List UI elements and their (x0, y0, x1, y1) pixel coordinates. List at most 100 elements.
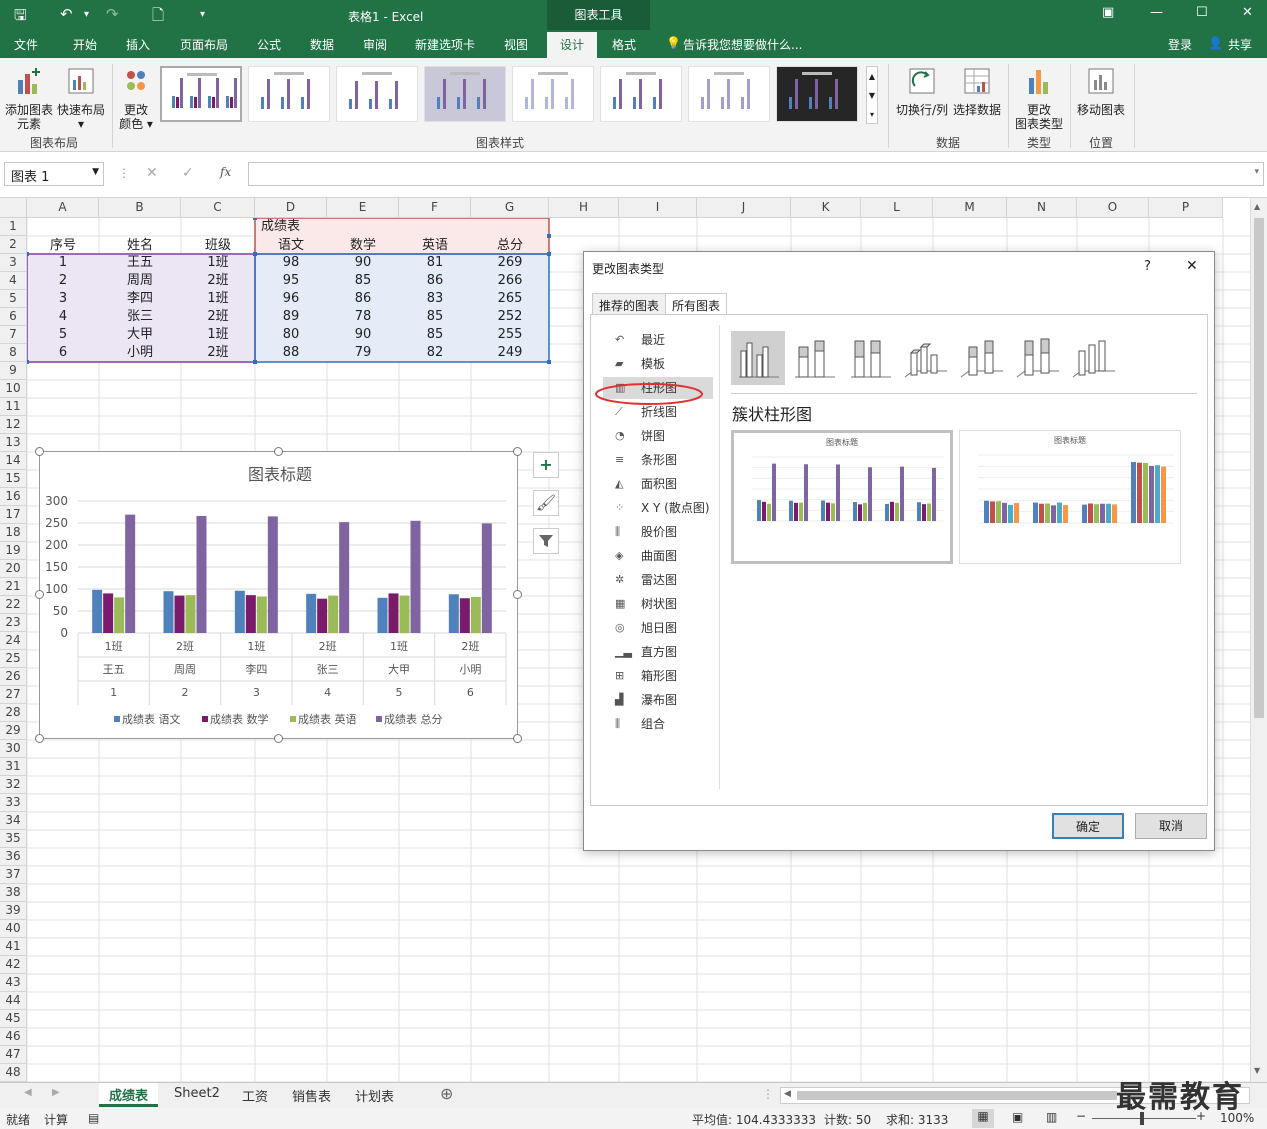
chart-style-4[interactable] (424, 66, 506, 122)
column-header-g[interactable]: G (471, 198, 549, 218)
formula-input[interactable]: ▾ (248, 162, 1264, 186)
select-all-corner[interactable] (0, 198, 27, 218)
chart-type-xy-scatter[interactable]: ⁘ X Y (散点图) (603, 497, 713, 519)
tab-split-grip-icon[interactable]: ⋮ (762, 1087, 774, 1101)
dialog-close-button[interactable]: ✕ (1186, 258, 1198, 274)
chart-elements-plus-icon[interactable]: + (533, 452, 559, 478)
save-icon[interactable]: 🖫 (14, 5, 27, 30)
sheet-tab-scores[interactable]: 成绩表 (99, 1083, 159, 1107)
normal-view-icon[interactable]: ▦ (972, 1109, 994, 1128)
column-header-l[interactable]: L (861, 198, 933, 218)
subtype-stacked-column-icon[interactable] (787, 331, 841, 385)
table-cell[interactable]: 82 (399, 344, 471, 362)
table-cell[interactable]: 79 (327, 344, 399, 362)
chart-bar[interactable] (267, 516, 278, 633)
row-header-4[interactable]: 4 (0, 272, 27, 290)
row-header-41[interactable]: 41 (0, 938, 27, 956)
chart-type-stock[interactable]: ⫼ 股价图 (603, 521, 713, 543)
undo-icon[interactable]: ↶ (60, 5, 73, 23)
maximize-icon[interactable]: ☐ (1196, 5, 1208, 20)
table-cell[interactable]: 85 (399, 326, 471, 344)
vertical-scroll-thumb[interactable] (1254, 218, 1264, 718)
zoom-slider[interactable] (1092, 1118, 1196, 1119)
chart-style-6[interactable] (600, 66, 682, 122)
row-header-42[interactable]: 42 (0, 956, 27, 974)
tab-design[interactable]: 设计 (547, 32, 598, 58)
table-header-cell[interactable]: 英语 (399, 237, 471, 255)
row-header-15[interactable]: 15 (0, 470, 27, 488)
chart-type-box-whisker[interactable]: ⊞ 箱形图 (603, 665, 713, 687)
chart-bar[interactable] (114, 597, 125, 633)
column-header-j[interactable]: J (697, 198, 791, 218)
subtype-100-stacked-column-icon[interactable] (843, 331, 897, 385)
chart-style-3[interactable] (336, 66, 418, 122)
chart-resize-handle-left[interactable] (35, 590, 44, 599)
tab-home[interactable]: 开始 (73, 36, 97, 53)
row-header-23[interactable]: 23 (0, 614, 27, 632)
row-header-37[interactable]: 37 (0, 866, 27, 884)
add-chart-element-button[interactable]: 添加图表 元素 (4, 66, 54, 131)
chart-type-waterfall[interactable]: ▟ 瀑布图 (603, 689, 713, 711)
row-header-10[interactable]: 10 (0, 380, 27, 398)
row-header-40[interactable]: 40 (0, 920, 27, 938)
subtype-3d-clustered-column-icon[interactable] (899, 331, 953, 385)
row-header-1[interactable]: 1 (0, 218, 27, 236)
legend-entry[interactable]: 成绩表 数学 (210, 712, 269, 726)
row-header-46[interactable]: 46 (0, 1028, 27, 1046)
chart-bar[interactable] (470, 596, 481, 633)
table-cell[interactable]: 1班 (181, 290, 255, 308)
chart-style-8[interactable] (776, 66, 858, 122)
chart-filter-icon[interactable] (533, 528, 559, 554)
table-cell[interactable]: 4 (27, 308, 99, 326)
table-cell[interactable]: 86 (399, 272, 471, 290)
row-header-47[interactable]: 47 (0, 1046, 27, 1064)
chart-type-combo[interactable]: ⫼ 组合 (603, 713, 713, 735)
chart-resize-handle-top[interactable] (274, 447, 283, 456)
chart-preview-1[interactable]: 图表标题 (731, 430, 953, 564)
row-header-43[interactable]: 43 (0, 974, 27, 992)
table-cell[interactable]: 85 (327, 272, 399, 290)
table-cell[interactable]: 81 (399, 254, 471, 272)
table-header-cell[interactable]: 姓名 (99, 237, 181, 255)
table-cell[interactable]: 王五 (99, 254, 181, 272)
chart-resize-handle-top-left[interactable] (35, 447, 44, 456)
table-cell[interactable]: 6 (27, 344, 99, 362)
tab-page-layout[interactable]: 页面布局 (180, 36, 228, 53)
row-header-3[interactable]: 3 (0, 254, 27, 272)
column-header-k[interactable]: K (791, 198, 861, 218)
table-cell[interactable]: 249 (471, 344, 549, 362)
row-header-14[interactable]: 14 (0, 452, 27, 470)
change-chart-type-button[interactable]: 更改 图表类型 (1012, 66, 1066, 131)
subtype-3d-stacked-column-icon[interactable] (955, 331, 1009, 385)
table-cell[interactable]: 266 (471, 272, 549, 290)
chart-object[interactable]: 图表标题 0 50 100 150 200 250 300 1班 王五 1 2班 周周 2 1班 李四 3 2班张… (39, 451, 518, 739)
row-header-30[interactable]: 30 (0, 740, 27, 758)
row-header-38[interactable]: 38 (0, 884, 27, 902)
chart-title[interactable]: 图表标题 (248, 465, 312, 484)
chart-type-pie[interactable]: ◔ 饼图 (603, 425, 713, 447)
tab-format[interactable]: 格式 (612, 36, 636, 53)
chart-bar[interactable] (328, 595, 339, 633)
row-header-11[interactable]: 11 (0, 398, 27, 416)
page-layout-view-icon[interactable]: ▣ (1012, 1110, 1023, 1124)
chart-bar[interactable] (245, 595, 256, 633)
table-cell[interactable]: 252 (471, 308, 549, 326)
table-header-cell[interactable]: 序号 (27, 237, 99, 255)
tab-all-charts[interactable]: 所有图表 (665, 293, 728, 315)
table-cell[interactable]: 周周 (99, 272, 181, 290)
row-header-2[interactable]: 2 (0, 236, 27, 254)
next-sheet-icon[interactable]: ▶ (52, 1087, 60, 1098)
row-header-21[interactable]: 21 (0, 578, 27, 596)
tab-formulas[interactable]: 公式 (257, 36, 281, 53)
tab-insert[interactable]: 插入 (126, 36, 150, 53)
prev-sheet-icon[interactable]: ◀ (24, 1087, 32, 1098)
row-header-25[interactable]: 25 (0, 650, 27, 668)
ok-button[interactable]: 确定 (1052, 813, 1124, 839)
minimize-icon[interactable]: — (1150, 5, 1163, 20)
chart-style-5[interactable] (512, 66, 594, 122)
select-data-button[interactable]: 选择数据 (952, 66, 1002, 117)
table-header-cell[interactable]: 语文 (255, 237, 327, 255)
table-cell[interactable]: 98 (255, 254, 327, 272)
sheet-tab-plan[interactable]: 计划表 (355, 1086, 394, 1105)
table-cell[interactable]: 86 (327, 290, 399, 308)
